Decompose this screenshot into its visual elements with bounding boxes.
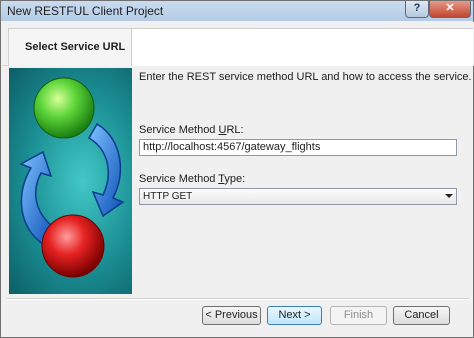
type-label: Service Method Type: (139, 173, 245, 185)
service-url-input[interactable]: http://localhost:4567/gateway_flights (139, 139, 457, 156)
method-type-select[interactable]: HTTP GET (139, 188, 457, 205)
wizard-banner-image (9, 68, 132, 294)
url-label: Service Method URL: (139, 124, 244, 136)
type-label-suffix: ype: (224, 173, 246, 185)
title-bar: New RESTFUL Client Project ? ✕ (1, 1, 473, 21)
content-panel: Enter the REST service method URL and ho… (132, 68, 472, 296)
tab-select-service-url[interactable]: Select Service URL (8, 28, 132, 66)
next-button[interactable]: Next > (267, 306, 322, 325)
intro-text: Enter the REST service method URL and ho… (139, 71, 472, 83)
tab-strip-fill (132, 28, 473, 66)
type-label-prefix: Service Method (139, 173, 219, 185)
close-button[interactable]: ✕ (429, 1, 471, 18)
tab-label: Select Service URL (25, 41, 126, 53)
url-label-prefix: Service Method (139, 124, 219, 136)
refresh-arrows-icon (19, 77, 125, 278)
help-button[interactable]: ? (405, 1, 429, 18)
window-title: New RESTFUL Client Project (7, 4, 164, 18)
chevron-down-icon[interactable] (445, 194, 453, 198)
url-label-suffix: RL: (226, 124, 244, 136)
footer-separator (7, 298, 469, 300)
dialog-window: New RESTFUL Client Project ? ✕ Select Se… (0, 0, 474, 338)
finish-button[interactable]: Finish (330, 306, 387, 325)
cancel-button[interactable]: Cancel (393, 306, 450, 325)
previous-button[interactable]: < Previous (202, 306, 261, 325)
method-type-value: HTTP GET (143, 191, 193, 202)
page-tab-strip: Select Service URL (2, 22, 474, 66)
